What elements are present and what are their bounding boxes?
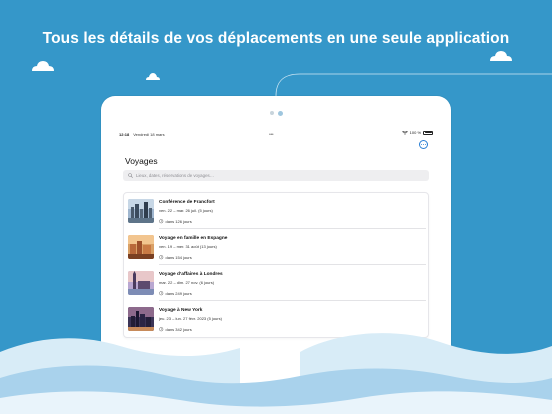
trip-countdown: dans 249 jours [159, 291, 192, 296]
trip-title: Conférence de Francfort [159, 200, 215, 205]
clock-icon [159, 255, 164, 260]
trip-countdown: dans 126 jours [159, 219, 192, 224]
page-dot-active[interactable] [277, 110, 283, 116]
countdown-label: dans 126 jours [165, 219, 192, 224]
countdown-label: dans 154 jours [165, 255, 192, 260]
trip-thumbnail-frankfurt [128, 199, 154, 223]
clock-icon [159, 219, 164, 224]
trip-thumbnail-spain [128, 235, 154, 259]
trip-row[interactable]: Voyage d’affaires à Londres mar. 22 – di… [124, 265, 430, 301]
more-options-button[interactable] [419, 140, 428, 149]
headline: Tous les détails de vos déplacements en … [42, 30, 510, 47]
page-title: Voyages [125, 156, 158, 166]
wifi-icon [401, 130, 408, 135]
countdown-label: dans 249 jours [165, 291, 192, 296]
search-input[interactable]: Lieux, dates, réservations de voyages… [123, 170, 429, 181]
status-bar: 12:18 Vendredi 18 mars ••• 100 % [119, 130, 433, 138]
cloud-icon [490, 51, 512, 61]
status-date: Vendredi 18 mars [133, 131, 165, 137]
cloud-icon [146, 73, 160, 80]
cloud-icon [32, 61, 54, 71]
search-icon [128, 173, 133, 178]
clock-icon [159, 291, 164, 296]
page-indicator [101, 110, 451, 116]
trip-title: Voyage d’affaires à Londres [159, 272, 223, 277]
trip-dates: mar. 22 – dim. 27 nov. (6 jours) [159, 280, 215, 285]
trip-dates: ven. 19 – mer. 31 août (13 jours) [159, 244, 217, 249]
trip-dates: ven. 22 – mar. 26 juil. (5 jours) [159, 208, 213, 213]
trip-countdown: dans 154 jours [159, 255, 192, 260]
trip-row[interactable]: Conférence de Francfort ven. 22 – mar. 2… [124, 193, 430, 229]
battery-percentage: 100 % [409, 130, 421, 135]
trip-title: Voyage en famille en Espagne [159, 236, 228, 241]
decorative-curve [275, 73, 552, 97]
status-time: 12:18 [119, 131, 130, 137]
search-placeholder: Lieux, dates, réservations de voyages… [136, 173, 215, 178]
multitasking-dots-icon[interactable]: ••• [269, 132, 274, 138]
page-dot[interactable] [269, 111, 274, 115]
decorative-waves [0, 333, 552, 414]
trip-row[interactable]: Voyage en famille en Espagne ven. 19 – m… [124, 229, 430, 265]
battery-icon [423, 130, 433, 135]
ellipsis-circle-icon [420, 143, 423, 146]
trip-thumbnail-london [128, 271, 154, 295]
